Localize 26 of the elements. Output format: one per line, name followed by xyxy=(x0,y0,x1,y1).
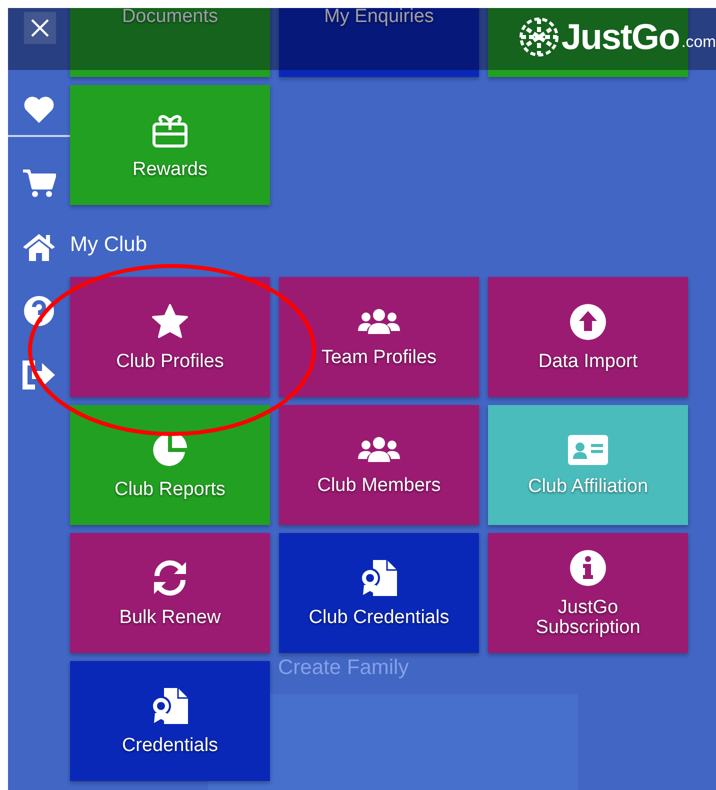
menu-tile[interactable]: Club Members xyxy=(279,405,479,525)
menu-tile[interactable]: JustGo Subscription xyxy=(488,533,688,653)
menu-tile[interactable]: Credentials xyxy=(70,661,270,781)
background-text: Create Family xyxy=(278,656,409,680)
certificate-icon xyxy=(150,686,190,726)
help-icon[interactable] xyxy=(23,295,55,327)
id-card-icon xyxy=(566,433,610,468)
heart-icon[interactable] xyxy=(23,96,55,124)
certificate-icon xyxy=(359,558,399,598)
menu-tile[interactable]: Data Import xyxy=(488,277,688,397)
menu-tile[interactable]: Club Profiles xyxy=(70,277,270,397)
logo-suffix: .com xyxy=(681,34,716,52)
close-button[interactable] xyxy=(24,12,56,44)
logo-text: JustGo xyxy=(561,16,680,58)
cart-icon[interactable] xyxy=(22,168,56,198)
upload-icon xyxy=(568,302,608,342)
home-icon[interactable] xyxy=(22,232,56,262)
menu-tile[interactable]: My Enquiries xyxy=(279,8,479,77)
menu-tile[interactable]: Bulk Renew xyxy=(70,533,270,653)
section-heading: My Club xyxy=(70,234,148,254)
globe-icon xyxy=(519,17,560,57)
info-icon xyxy=(568,548,608,588)
close-icon xyxy=(30,18,50,38)
menu-tile[interactable]: Club Credentials xyxy=(279,533,479,653)
sign-out-icon[interactable] xyxy=(22,360,56,390)
menu-tile[interactable]: Team Profiles xyxy=(279,277,479,397)
